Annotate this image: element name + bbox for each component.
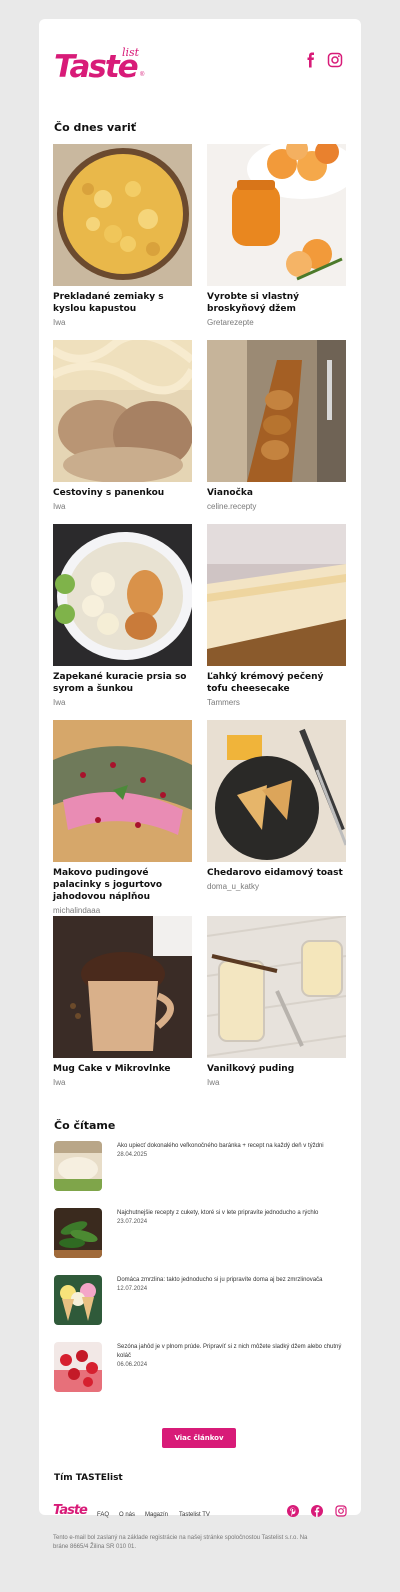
recipe-author: michalindaaa: [53, 906, 101, 915]
recipe-image-potato-gratin[interactable]: [53, 144, 192, 286]
facebook-icon[interactable]: [311, 1505, 323, 1517]
recipe-card[interactable]: Vanilkový puding Iwa: [207, 916, 346, 1087]
legal-notice: Tento e-mail bol zaslaný na základe regi…: [53, 1535, 308, 1550]
recipe-author: celine.recepty: [207, 502, 257, 511]
recipe-author: Iwa: [53, 318, 66, 327]
article-thumbnail[interactable]: [54, 1275, 102, 1325]
recipe-image-cheddar-toast[interactable]: [207, 720, 346, 862]
recipe-author: Iwa: [53, 1078, 66, 1087]
newsletter-card: Taste list ® Čo dnes variť Prekladané ze…: [39, 19, 361, 1515]
article-date: 12.07.2024: [117, 1286, 148, 1292]
recipe-image-baked-chicken[interactable]: [53, 524, 192, 666]
section-title-today: Čo dnes variť: [54, 121, 137, 134]
article-title[interactable]: Ako upiecť dokonalého veľkonočného barán…: [117, 1142, 345, 1151]
article-date: 06.06.2024: [117, 1362, 148, 1368]
recipe-image-braided-bread[interactable]: [207, 340, 346, 482]
footer-link-magazine[interactable]: Magazín: [145, 1512, 168, 1518]
recipe-title[interactable]: Chedarovo eidamový toast: [207, 867, 346, 879]
recipe-title[interactable]: Makovo pudingové palacinky s jogurtovo j…: [53, 867, 192, 903]
footer-link-tastelist-tv[interactable]: Tastelist TV: [179, 1512, 210, 1518]
recipe-title[interactable]: Zapekané kuracie prsia so syrom a šunkou: [53, 671, 192, 695]
facebook-icon[interactable]: [303, 52, 319, 68]
article-thumbnail[interactable]: [54, 1342, 102, 1392]
section-title-reading: Čo čítame: [54, 1119, 116, 1132]
tastelist-logo[interactable]: Taste list ®: [54, 46, 146, 84]
recipe-card[interactable]: Mug Cake v Mikrovlnke Iwa: [53, 916, 192, 1087]
recipe-card[interactable]: Cestoviny s panenkou Iwa: [53, 340, 192, 511]
article-thumbnail[interactable]: [54, 1208, 102, 1258]
logo-suffix: list: [122, 46, 140, 59]
recipe-title[interactable]: Vanilkový puding: [207, 1063, 346, 1075]
recipe-author: Gretarezepte: [207, 318, 254, 327]
recipe-card[interactable]: Ľahký krémový pečený tofu cheesecake Tam…: [207, 524, 346, 707]
recipe-image-pasta-pork[interactable]: [53, 340, 192, 482]
article-title[interactable]: Sezóna jahôd je v plnom prúde. Pripravíť…: [117, 1343, 345, 1361]
recipe-card[interactable]: Makovo pudingové palacinky s jogurtovo j…: [53, 720, 192, 915]
recipe-title[interactable]: Cestoviny s panenkou: [53, 487, 192, 499]
article-date: 28.04.2025: [117, 1152, 148, 1158]
article-item[interactable]: Sezóna jahôd je v plnom prúde. Pripravíť…: [54, 1342, 346, 1392]
recipe-image-peach-jam[interactable]: [207, 144, 346, 286]
logo-registered-mark: ®: [140, 72, 145, 78]
recipe-card[interactable]: Vianočka celine.recepty: [207, 340, 346, 511]
article-item[interactable]: Najchutnejšie recepty z cukety, ktoré si…: [54, 1208, 346, 1258]
recipe-card[interactable]: Vyrobte si vlastný broskyňový džem Greta…: [207, 144, 346, 327]
recipe-author: Iwa: [53, 502, 66, 511]
article-item[interactable]: Ako upiecť dokonalého veľkonočného barán…: [54, 1141, 346, 1191]
footer-link-faq[interactable]: FAQ: [97, 1512, 109, 1518]
article-title[interactable]: Domáca zmrzlina: takto jednoducho si ju …: [117, 1276, 345, 1285]
recipe-image-vanilla-pudding[interactable]: [207, 916, 346, 1058]
pinterest-icon[interactable]: [287, 1505, 299, 1517]
recipe-author: Iwa: [207, 1078, 220, 1087]
recipe-title[interactable]: Vianočka: [207, 487, 346, 499]
recipe-image-poppy-pancakes[interactable]: [53, 720, 192, 862]
recipe-card[interactable]: Prekladané zemiaky s kyslou kapustou Iwa: [53, 144, 192, 327]
recipe-title[interactable]: Ľahký krémový pečený tofu cheesecake: [207, 671, 346, 695]
article-thumbnail[interactable]: [54, 1141, 102, 1191]
recipe-title[interactable]: Mug Cake v Mikrovlnke: [53, 1063, 192, 1075]
footer-logo[interactable]: Taste: [53, 1503, 88, 1519]
recipe-author: Iwa: [53, 698, 66, 707]
article-date: 23.07.2024: [117, 1219, 148, 1225]
instagram-icon[interactable]: [335, 1505, 347, 1517]
signoff-text: Tím TASTElist: [54, 1473, 123, 1483]
recipe-card[interactable]: Chedarovo eidamový toast doma_u_katky: [207, 720, 346, 891]
recipe-image-tofu-cheesecake[interactable]: [207, 524, 346, 666]
recipe-image-mug-cake[interactable]: [53, 916, 192, 1058]
instagram-icon[interactable]: [327, 52, 343, 68]
recipe-author: doma_u_katky: [207, 882, 260, 891]
recipe-author: Tammers: [207, 698, 240, 707]
recipe-title[interactable]: Prekladané zemiaky s kyslou kapustou: [53, 291, 192, 315]
recipe-card[interactable]: Zapekané kuracie prsia so syrom a šunkou…: [53, 524, 192, 707]
article-item[interactable]: Domáca zmrzlina: takto jednoducho si ju …: [54, 1275, 346, 1325]
footer-link-about[interactable]: O nás: [119, 1512, 135, 1518]
more-articles-button[interactable]: Viac článkov: [162, 1428, 236, 1448]
recipe-title[interactable]: Vyrobte si vlastný broskyňový džem: [207, 291, 346, 315]
article-title[interactable]: Najchutnejšie recepty z cukety, ktoré si…: [117, 1209, 345, 1218]
